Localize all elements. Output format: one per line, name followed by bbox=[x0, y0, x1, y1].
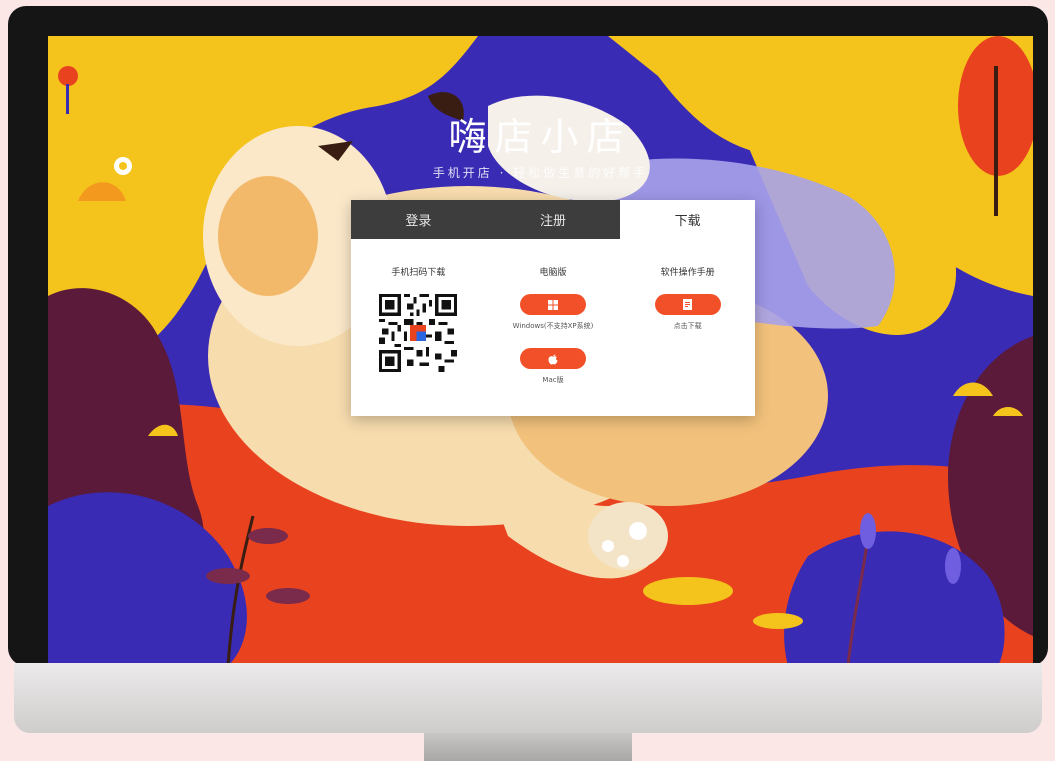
monitor-stand bbox=[424, 733, 632, 761]
auth-panel: 登录 注册 下载 手机扫码下载 电脑版 Windows(不支持XP系统) Mac… bbox=[351, 200, 756, 416]
screen: 嗨店小店 手机开店 · 轻松做生意的好帮手 登录 注册 下载 手机扫码下载 电脑… bbox=[48, 36, 1033, 666]
desktop-download-title: 电脑版 bbox=[539, 268, 567, 278]
mac-download-label: Mac版 bbox=[542, 376, 564, 384]
tab-bar: 登录 注册 下载 bbox=[351, 200, 756, 239]
brand-title: 嗨店小店 bbox=[448, 115, 633, 159]
document-icon bbox=[683, 299, 693, 310]
manual-download-button[interactable] bbox=[654, 294, 721, 315]
tab-download[interactable]: 下载 bbox=[620, 200, 756, 239]
monitor-chin bbox=[14, 663, 1042, 733]
apple-icon bbox=[548, 354, 558, 364]
manual-download-label: 点击下载 bbox=[673, 322, 702, 330]
tab-register[interactable]: 注册 bbox=[485, 200, 621, 239]
manual-download-column: 软件操作手册 点击下载 bbox=[620, 265, 755, 402]
tab-login[interactable]: 登录 bbox=[351, 200, 486, 239]
brand-slogan: 手机开店 · 轻松做生意的好帮手 bbox=[432, 166, 649, 180]
mac-download-button[interactable] bbox=[520, 348, 586, 369]
windows-download-button[interactable] bbox=[520, 294, 586, 315]
windows-download-label: Windows(不支持XP系统) bbox=[512, 322, 594, 330]
qr-code-icon bbox=[379, 294, 458, 372]
download-content: 手机扫码下载 电脑版 Windows(不支持XP系统) Mac版 软件操作手册 … bbox=[351, 239, 755, 402]
mobile-download-title: 手机扫码下载 bbox=[391, 268, 446, 278]
manual-download-title: 软件操作手册 bbox=[660, 268, 715, 278]
monitor-frame: 嗨店小店 手机开店 · 轻松做生意的好帮手 登录 注册 下载 手机扫码下载 电脑… bbox=[8, 6, 1048, 666]
desktop-download-column: 电脑版 Windows(不支持XP系统) Mac版 bbox=[486, 265, 621, 402]
windows-icon bbox=[548, 299, 558, 310]
mobile-download-column: 手机扫码下载 bbox=[351, 265, 486, 402]
